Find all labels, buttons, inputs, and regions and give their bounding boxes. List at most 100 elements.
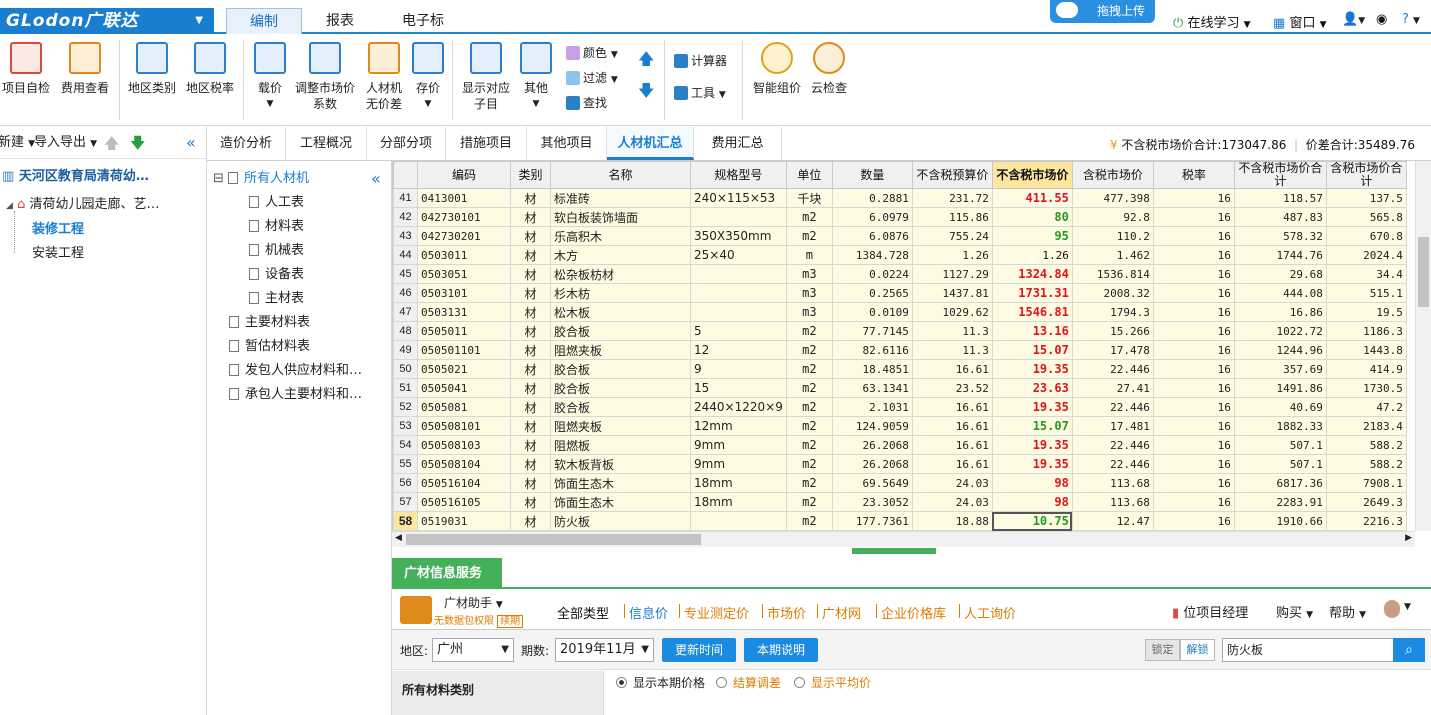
table-cell[interactable]: 1127.29 bbox=[911, 264, 993, 284]
table-cell[interactable]: 16 bbox=[1152, 302, 1235, 322]
column-header[interactable]: 不含税市场价 bbox=[991, 161, 1073, 189]
table-row[interactable]: 45 0503051 材松杂板枋材 m3 0.0224 1127.29 1324.84 153… bbox=[393, 264, 1407, 284]
table-cell[interactable]: 19.35 bbox=[991, 359, 1073, 379]
table-cell[interactable]: 17.481 bbox=[1071, 416, 1154, 436]
table-cell[interactable]: 27.41 bbox=[1071, 378, 1154, 398]
window-menu-button[interactable]: ▦ 窗口 ▼ bbox=[1273, 12, 1327, 31]
table-cell[interactable]: 材 bbox=[510, 511, 551, 531]
row-number[interactable]: 50 bbox=[393, 359, 418, 379]
gc-helper-menu[interactable]: 广材助手 ▼ bbox=[444, 594, 503, 611]
table-cell[interactable]: 12mm bbox=[690, 416, 787, 436]
cloud-check-button[interactable]: 云检查 bbox=[808, 42, 850, 96]
horizontal-scrollbar[interactable]: ◀ ▶ bbox=[392, 531, 1415, 547]
table-cell[interactable]: 2.1031 bbox=[831, 397, 913, 417]
table-cell[interactable]: m2 bbox=[785, 397, 833, 417]
table-cell[interactable] bbox=[690, 207, 787, 227]
table-row[interactable]: 52 0505081 材胶合板 2440×1220×9 m2 2.1031 16.61 19.… bbox=[393, 397, 1407, 417]
move-down-icon[interactable]: 🡇 bbox=[130, 127, 145, 159]
row-number[interactable]: 56 bbox=[393, 473, 418, 493]
tree-project-root[interactable]: ▥ 天河区教育局清荷幼… bbox=[2, 165, 149, 184]
row-number[interactable]: 55 bbox=[393, 454, 418, 474]
gc-link-market[interactable]: 市场价 bbox=[767, 603, 806, 622]
table-cell[interactable]: 507.1 bbox=[1233, 435, 1327, 455]
table-cell[interactable]: 40.69 bbox=[1233, 397, 1327, 417]
table-row[interactable]: 54 050508103 材阻燃板 9mm m2 26.2068 16.61 19.35 22.… bbox=[393, 435, 1407, 455]
gc-help-menu[interactable]: 帮助 ▼ bbox=[1329, 602, 1366, 621]
table-cell[interactable]: 26.2068 bbox=[831, 435, 913, 455]
table-cell[interactable]: 050516104 bbox=[417, 473, 511, 493]
move-up-icon[interactable]: 🡅 bbox=[638, 50, 654, 68]
table-cell[interactable]: 29.68 bbox=[1233, 264, 1327, 284]
table-cell[interactable]: 9 bbox=[690, 359, 787, 379]
table-cell[interactable]: 1384.728 bbox=[831, 245, 913, 265]
table-cell[interactable]: 16 bbox=[1152, 454, 1235, 474]
table-cell[interactable]: 0503011 bbox=[417, 245, 511, 265]
table-cell[interactable]: 050501101 bbox=[417, 340, 511, 360]
column-header[interactable]: 不含税预算价 bbox=[911, 161, 993, 189]
table-cell[interactable]: 材 bbox=[510, 397, 551, 417]
table-cell[interactable]: 饰面生态木 bbox=[550, 492, 691, 512]
period-select[interactable]: 2019年11月 ▼ bbox=[555, 638, 654, 662]
table-cell[interactable]: 1491.86 bbox=[1233, 378, 1327, 398]
table-cell[interactable]: 16 bbox=[1152, 245, 1235, 265]
table-cell[interactable]: 标准砖 bbox=[550, 188, 691, 208]
table-cell[interactable]: 杉木枋 bbox=[550, 283, 691, 303]
table-cell[interactable]: 113.68 bbox=[1071, 473, 1154, 493]
table-cell[interactable]: 12.47 bbox=[1071, 511, 1154, 531]
gc-link-gcw[interactable]: 广材网 bbox=[822, 603, 861, 622]
table-cell[interactable]: 2283.91 bbox=[1233, 492, 1327, 512]
table-cell[interactable]: 2183.4 bbox=[1325, 416, 1407, 436]
table-cell[interactable]: 1.26 bbox=[911, 245, 993, 265]
table-cell[interactable]: 47.2 bbox=[1325, 397, 1407, 417]
table-cell[interactable]: 2024.4 bbox=[1325, 245, 1407, 265]
table-cell[interactable]: 2440×1220×9 bbox=[690, 397, 787, 417]
period-explain-button[interactable]: 本期说明 bbox=[744, 638, 818, 662]
project-check-button[interactable]: 项目自检 bbox=[0, 42, 52, 96]
column-header[interactable]: 名称 bbox=[550, 161, 691, 189]
table-cell[interactable]: 0.2565 bbox=[831, 283, 913, 303]
table-cell[interactable]: 材 bbox=[510, 435, 551, 455]
radio-average-price[interactable]: 显示平均价 bbox=[794, 674, 871, 691]
table-cell[interactable]: 24.03 bbox=[911, 492, 993, 512]
cost-view-button[interactable]: 费用查看 bbox=[58, 42, 112, 96]
table-row[interactable]: 53 050508101 材阻燃夹板 12mm m2 124.9059 16.61 15.07… bbox=[393, 416, 1407, 436]
unlock-button[interactable]: 解锁 bbox=[1180, 639, 1215, 661]
table-cell[interactable]: 16 bbox=[1152, 473, 1235, 493]
calculator-button[interactable]: 计算器 bbox=[674, 52, 727, 70]
nav-material-table[interactable]: 材料表 bbox=[249, 215, 304, 234]
table-cell[interactable]: 177.7361 bbox=[831, 511, 913, 531]
update-time-button[interactable]: 更新时间 bbox=[662, 638, 736, 662]
table-cell[interactable]: 240×115×53 bbox=[690, 188, 787, 208]
table-cell[interactable]: 18.4851 bbox=[831, 359, 913, 379]
table-cell[interactable]: m2 bbox=[785, 492, 833, 512]
move-up-icon[interactable]: 🡅 bbox=[104, 127, 119, 159]
table-cell[interactable]: 材 bbox=[510, 321, 551, 341]
tab-overview[interactable]: 工程概况 bbox=[286, 127, 367, 160]
gc-link-professional[interactable]: 专业测定价 bbox=[684, 603, 749, 622]
table-cell[interactable] bbox=[690, 264, 787, 284]
table-cell[interactable] bbox=[690, 511, 787, 531]
table-cell[interactable]: 507.1 bbox=[1233, 454, 1327, 474]
nav-provisional-materials[interactable]: 暂估材料表 bbox=[229, 335, 310, 354]
avatar-dropdown-icon[interactable]: ▼ bbox=[1404, 602, 1411, 612]
color-button[interactable]: 颜色 ▼ bbox=[566, 44, 618, 64]
table-cell[interactable]: 1324.84 bbox=[991, 264, 1073, 284]
row-number[interactable]: 58 bbox=[393, 511, 418, 531]
table-cell[interactable]: 木方 bbox=[550, 245, 691, 265]
table-cell[interactable]: 0413001 bbox=[417, 188, 511, 208]
table-cell[interactable]: 6817.36 bbox=[1233, 473, 1327, 493]
online-learning-button[interactable]: ⏻ 在线学习 ▼ bbox=[1173, 12, 1251, 31]
row-number[interactable]: 48 bbox=[393, 321, 418, 341]
row-number[interactable]: 44 bbox=[393, 245, 418, 265]
table-cell[interactable]: 19.35 bbox=[991, 397, 1073, 417]
table-cell[interactable]: 材 bbox=[510, 207, 551, 227]
table-cell[interactable]: 0505011 bbox=[417, 321, 511, 341]
tab-cost-analysis[interactable]: 造价分析 bbox=[207, 127, 286, 160]
table-cell[interactable]: 34.4 bbox=[1325, 264, 1407, 284]
table-cell[interactable]: 1022.72 bbox=[1233, 321, 1327, 341]
table-cell[interactable]: 515.1 bbox=[1325, 283, 1407, 303]
table-cell[interactable]: 材 bbox=[510, 473, 551, 493]
table-cell[interactable]: 9mm bbox=[690, 454, 787, 474]
table-cell[interactable]: 77.7145 bbox=[831, 321, 913, 341]
nav-equipment-table[interactable]: 设备表 bbox=[249, 263, 304, 282]
